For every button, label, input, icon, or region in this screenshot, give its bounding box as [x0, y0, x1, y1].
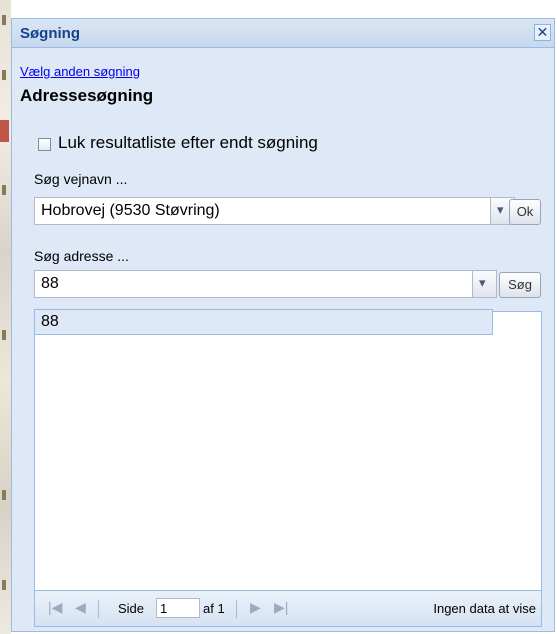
- street-search-label: Søg vejnavn ...: [34, 171, 128, 187]
- search-type-heading: Adressesøgning: [20, 86, 154, 105]
- results-grid[interactable]: |◀ ◀ Side af 1 ▶ ▶| Ingen data at vise: [34, 311, 542, 627]
- panel-title: Søgning: [20, 25, 80, 42]
- pager-separator: [236, 600, 237, 618]
- prev-page-icon[interactable]: ◀: [75, 599, 86, 616]
- search-panel: Søgning ✕ Vælg anden søgning Adressesøgn…: [11, 18, 555, 632]
- street-ok-button[interactable]: Ok: [509, 199, 541, 225]
- switch-search-link[interactable]: Vælg anden søgning: [20, 64, 140, 79]
- map-feature: [2, 185, 6, 195]
- page-label: Side: [118, 601, 145, 616]
- pagination-toolbar: |◀ ◀ Side af 1 ▶ ▶| Ingen data at vise: [35, 590, 541, 626]
- address-search-label: Søg adresse ...: [34, 248, 129, 264]
- address-search-value: 88: [41, 275, 59, 292]
- close-results-checkbox[interactable]: [38, 138, 51, 151]
- first-page-icon[interactable]: |◀: [48, 599, 62, 616]
- close-icon[interactable]: ✕: [534, 24, 551, 41]
- street-search-combobox[interactable]: Hobrovej (9530 Støvring) ▾: [34, 197, 515, 225]
- pager-status: Ingen data at vise: [433, 601, 536, 616]
- last-page-icon[interactable]: ▶|: [274, 599, 288, 616]
- map-background: [0, 0, 11, 634]
- map-feature: [2, 15, 6, 25]
- map-feature: [2, 490, 6, 500]
- map-feature: [2, 330, 6, 340]
- address-search-button[interactable]: Søg: [499, 272, 541, 298]
- street-search-value: Hobrovej (9530 Støvring): [41, 202, 220, 219]
- address-search-combobox[interactable]: 88 ▾: [34, 270, 497, 298]
- address-dropdown-trigger[interactable]: ▾: [472, 271, 496, 297]
- close-results-label: Luk resultatliste efter endt søgning: [58, 133, 318, 152]
- next-page-icon[interactable]: ▶: [250, 599, 261, 616]
- chevron-down-icon: ▾: [479, 275, 486, 290]
- map-feature: [2, 580, 6, 590]
- map-feature: [2, 70, 6, 80]
- page-count-label: af 1: [203, 601, 225, 616]
- suggestion-item[interactable]: 88: [41, 313, 59, 331]
- panel-titlebar[interactable]: Søgning ✕: [12, 19, 554, 48]
- pager-separator: [98, 600, 99, 618]
- address-suggestion-list[interactable]: 88: [34, 309, 493, 335]
- page-number-input[interactable]: [156, 598, 200, 618]
- map-feature: [0, 120, 9, 142]
- chevron-down-icon: ▾: [497, 202, 504, 217]
